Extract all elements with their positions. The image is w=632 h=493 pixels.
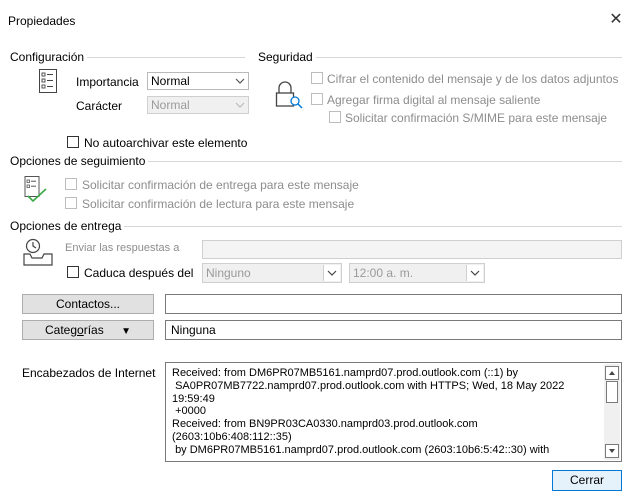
caracter-select[interactable]: Normal xyxy=(147,96,249,114)
cerrar-button[interactable]: Cerrar xyxy=(552,470,622,491)
internet-headers-textbox[interactable]: Received: from DM6PR07MB5161.namprd07.pr… xyxy=(165,362,622,462)
caduca-time-value: 12:00 a. m. xyxy=(353,266,414,280)
chevron-down-icon xyxy=(470,270,480,276)
chevron-down-icon xyxy=(327,270,337,276)
confirmacion-lectura-checkbox[interactable] xyxy=(65,197,77,209)
no-autoarchivar-checkbox[interactable] xyxy=(67,136,79,148)
categorias-input[interactable]: Ninguna xyxy=(165,320,622,340)
caracter-value: Normal xyxy=(151,98,190,112)
confirmacion-entrega-label: Solicitar confirmación de entrega para e… xyxy=(82,178,359,192)
window-title: Propiedades xyxy=(8,14,76,28)
caduca-date-value: Ninguno xyxy=(206,266,251,280)
smime-checkbox[interactable] xyxy=(329,111,341,123)
headers-scrollbar[interactable] xyxy=(604,364,620,460)
dropdown-arrow-icon: ▼ xyxy=(121,326,131,337)
configuracion-heading: Configuración xyxy=(10,50,88,64)
lock-icon xyxy=(274,80,304,110)
firma-checkbox[interactable] xyxy=(311,93,323,105)
internet-headers-label: Encabezados de Internet xyxy=(22,366,156,380)
delivery-clock-icon xyxy=(22,238,54,268)
importancia-select[interactable]: Normal xyxy=(147,72,249,90)
tracking-checklist-icon xyxy=(22,174,48,204)
cifrar-label: Cifrar el contenido del mensaje y de los… xyxy=(327,72,619,86)
cifrar-checkbox[interactable] xyxy=(311,72,323,84)
caduca-time-select[interactable]: 12:00 a. m. xyxy=(349,263,485,283)
importancia-label: Importancia xyxy=(76,75,139,89)
no-autoarchivar-label: No autoarchivar este elemento xyxy=(84,136,248,150)
caduca-label: Caduca después del xyxy=(84,266,194,280)
scroll-down-button[interactable] xyxy=(605,444,619,458)
categorias-button[interactable]: Categorías ▼ xyxy=(22,320,154,340)
chevron-down-icon xyxy=(235,78,245,84)
enviar-respuestas-input[interactable] xyxy=(202,240,622,259)
chevron-down-icon xyxy=(235,102,245,108)
firma-label: Agregar firma digital al mensaje salient… xyxy=(327,93,541,107)
arrow-up-icon xyxy=(609,371,615,375)
scroll-thumb[interactable] xyxy=(606,381,618,403)
time-dropdown-button[interactable] xyxy=(466,265,483,281)
date-dropdown-button[interactable] xyxy=(323,265,340,281)
contactos-input[interactable] xyxy=(165,294,622,314)
entrega-heading: Opciones de entrega xyxy=(10,219,125,233)
seguimiento-heading: Opciones de seguimiento xyxy=(10,154,149,168)
caduca-checkbox[interactable] xyxy=(67,266,79,278)
caracter-label: Carácter xyxy=(76,99,123,113)
close-icon[interactable]: ✕ xyxy=(606,10,626,30)
caduca-date-select[interactable]: Ninguno xyxy=(202,263,342,283)
importancia-value: Normal xyxy=(151,74,190,88)
internet-headers-text: Received: from DM6PR07MB5161.namprd07.pr… xyxy=(172,367,565,456)
scroll-up-button[interactable] xyxy=(605,366,619,380)
message-settings-icon xyxy=(38,68,58,94)
smime-label: Solicitar confirmación S/MIME para este … xyxy=(345,111,608,125)
seguridad-heading: Seguridad xyxy=(258,50,316,64)
confirmacion-lectura-label: Solicitar confirmación de lectura para e… xyxy=(82,197,355,211)
categorias-label-pre: Categ xyxy=(45,323,78,337)
enviar-respuestas-label: Enviar las respuestas a xyxy=(65,242,180,254)
contactos-button[interactable]: Contactos... xyxy=(22,294,154,314)
confirmacion-entrega-checkbox[interactable] xyxy=(65,178,77,190)
categorias-label-post: rías xyxy=(83,323,104,337)
title-bar: Propiedades ✕ xyxy=(0,0,632,40)
categorias-label-accel: o xyxy=(77,323,84,337)
arrow-down-icon xyxy=(609,449,615,453)
